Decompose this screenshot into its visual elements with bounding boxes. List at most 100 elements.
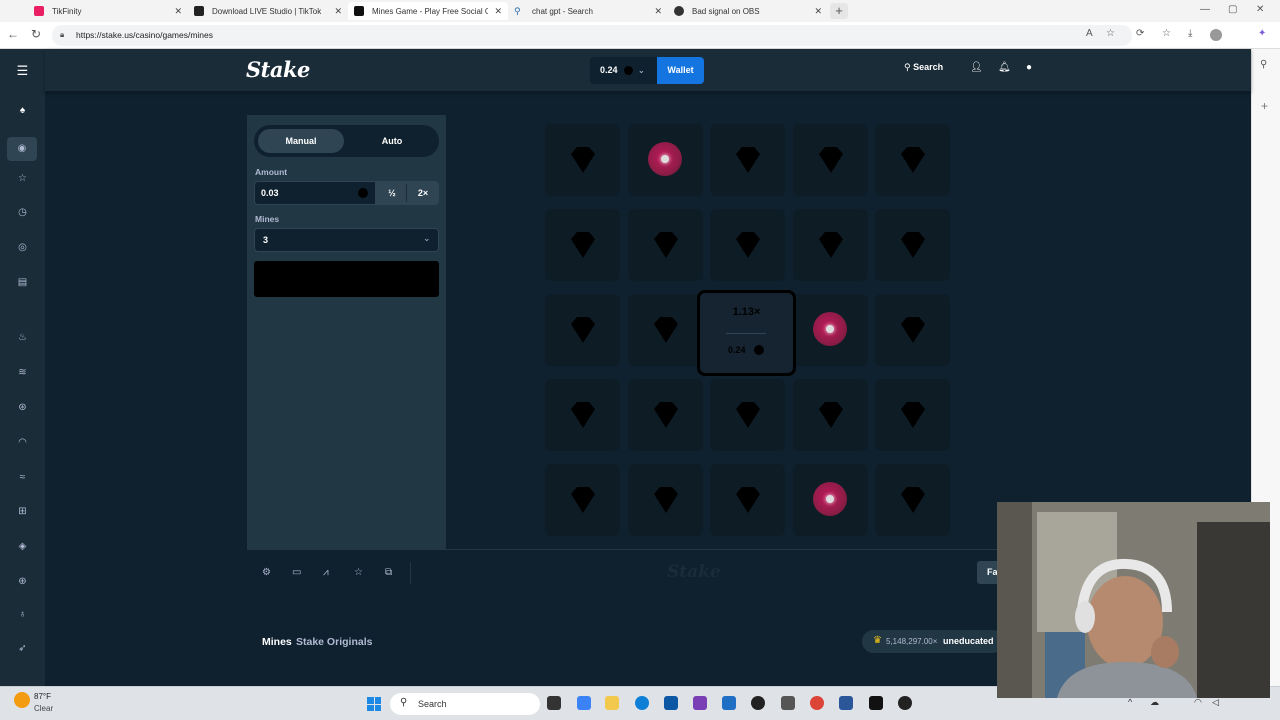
mine-tile[interactable] [545,124,620,196]
browser-tab[interactable]: Download LIVE Studio | TikTok ✕ [188,2,348,20]
new-tab-button[interactable]: + [830,3,848,19]
mine-tile[interactable] [875,124,950,196]
mine-tile[interactable] [627,209,703,281]
mine-tile[interactable] [875,379,950,451]
settings-icon[interactable]: ⚙ [262,567,271,578]
maximize-icon[interactable]: ▢ [1228,4,1237,15]
mine-tile[interactable] [627,379,703,451]
weather-icon[interactable] [14,692,30,708]
app-icon[interactable] [781,696,795,710]
url-field[interactable]: https://stake.us/casino/games/mines [52,25,1132,46]
tab-auto[interactable]: Auto [349,129,435,153]
chrome-icon[interactable] [810,696,824,710]
outlook-icon[interactable] [722,696,736,710]
downloads-icon[interactable]: ⤓ [1188,28,1192,39]
favorite-icon[interactable]: ☆ [354,567,363,578]
mine-tile[interactable] [792,379,868,451]
user-icon[interactable]: 👤︎ [970,62,983,73]
browser-tab[interactable]: ⚲ chat gpt - Search ✕ [508,2,668,20]
theatre-mode-icon[interactable]: ▭ [292,567,301,578]
extensions-icon[interactable]: ⟳ [1136,28,1144,39]
search-icon[interactable]: ⚲ [1260,59,1267,70]
word-icon[interactable] [839,696,853,710]
mine-tile[interactable] [545,294,620,366]
collections-icon[interactable]: ☆ [1162,28,1171,39]
my-bets-icon[interactable]: ▤ [0,277,45,288]
blog-icon[interactable]: ♁ [0,609,45,620]
mine-tile[interactable] [710,209,785,281]
originals-icon[interactable]: ⊛ [0,402,45,413]
stake-logo[interactable]: Stake [246,57,310,82]
slots-icon[interactable]: ≋ [0,367,45,378]
profile-avatar[interactable] [1210,29,1222,41]
mine-tile[interactable] [627,464,703,536]
games-icon[interactable]: ◉ [7,137,37,161]
promotions-icon[interactable]: ⊞ [0,506,45,517]
game-subtitle[interactable]: Stake Originals [296,636,372,648]
favorite-icon[interactable]: ☆ [1106,28,1115,39]
half-button[interactable]: ½ [383,182,401,204]
tray-chevron-icon[interactable]: ^ [1128,697,1132,707]
chat-icon[interactable]: ● [1026,62,1032,73]
browser-tab[interactable]: TikFinity ✕ [28,2,188,20]
casino-icon[interactable]: ♠ [0,105,45,116]
mine-tile[interactable] [792,464,868,536]
copilot-taskbar-icon[interactable] [577,696,591,710]
rocket-icon[interactable]: ➶ [0,643,45,654]
browser-tab[interactable]: Bad signal on OBS ✕ [668,2,828,20]
vip-icon[interactable]: ◈ [0,541,45,552]
mine-tile[interactable] [792,294,868,366]
amount-input[interactable]: 0.03 [255,182,375,204]
obs-icon[interactable] [751,696,765,710]
hot-icon[interactable]: ♨ [0,332,45,343]
wifi-icon[interactable]: ◠ [1194,697,1202,708]
mine-tile[interactable] [875,209,950,281]
app-icon[interactable] [693,696,707,710]
game-shows-icon[interactable]: ≈ [0,472,45,483]
mine-tile[interactable] [792,209,868,281]
task-view-icon[interactable] [547,696,561,710]
support-icon[interactable]: ⊕ [0,576,45,587]
recent-icon[interactable]: ◷ [0,207,45,218]
double-button[interactable]: 2× [413,182,433,204]
copilot-icon[interactable]: ✦ [1258,28,1266,39]
balance-display[interactable]: 0.24 ⌄ [590,57,658,84]
close-icon[interactable]: ✕ [334,6,342,17]
menu-icon[interactable]: ☰ [0,63,45,79]
minimize-icon[interactable]: — [1200,4,1210,15]
mine-tile[interactable] [710,124,785,196]
volume-icon[interactable]: ◁ [1212,697,1219,708]
popout-icon[interactable]: ⧉ [385,567,392,578]
close-window-icon[interactable]: ✕ [1256,4,1264,15]
wallet-button[interactable]: Wallet [657,57,704,84]
mine-tile[interactable] [710,464,785,536]
mine-tile[interactable] [545,379,620,451]
mine-tile[interactable] [710,379,785,451]
taskbar-search[interactable]: Search [390,693,540,715]
read-aloud-icon[interactable]: A [1086,28,1093,39]
challenges-icon[interactable]: ◎ [0,242,45,253]
mine-tile[interactable] [875,464,950,536]
mine-tile[interactable] [545,464,620,536]
mine-tile[interactable] [545,209,620,281]
mine-tile[interactable] [627,294,703,366]
refresh-icon[interactable]: ↻ [31,27,41,41]
mine-tile[interactable] [875,294,950,366]
close-icon[interactable]: ✕ [654,6,662,17]
favorites-icon[interactable]: ☆ [0,173,45,184]
search-button[interactable]: ⚲ Search [904,62,943,73]
stats-icon[interactable]: ⩘ [323,567,329,578]
notification-icon[interactable]: 🔔︎ [998,62,1011,73]
edge-icon[interactable] [635,696,649,710]
browser-tab-active[interactable]: Mines Game - Play Free Social Ca ✕ [348,2,508,20]
tiktok-icon[interactable] [869,696,883,710]
windows-start-icon[interactable] [367,697,381,711]
store-icon[interactable] [664,696,678,710]
app-icon[interactable] [898,696,912,710]
bet-button[interactable] [254,261,439,297]
close-icon[interactable]: ✕ [174,6,182,17]
mine-tile[interactable] [627,124,703,196]
close-icon[interactable]: ✕ [494,6,502,17]
mines-select[interactable]: 3 [254,228,439,252]
add-icon[interactable]: + [1261,99,1268,113]
